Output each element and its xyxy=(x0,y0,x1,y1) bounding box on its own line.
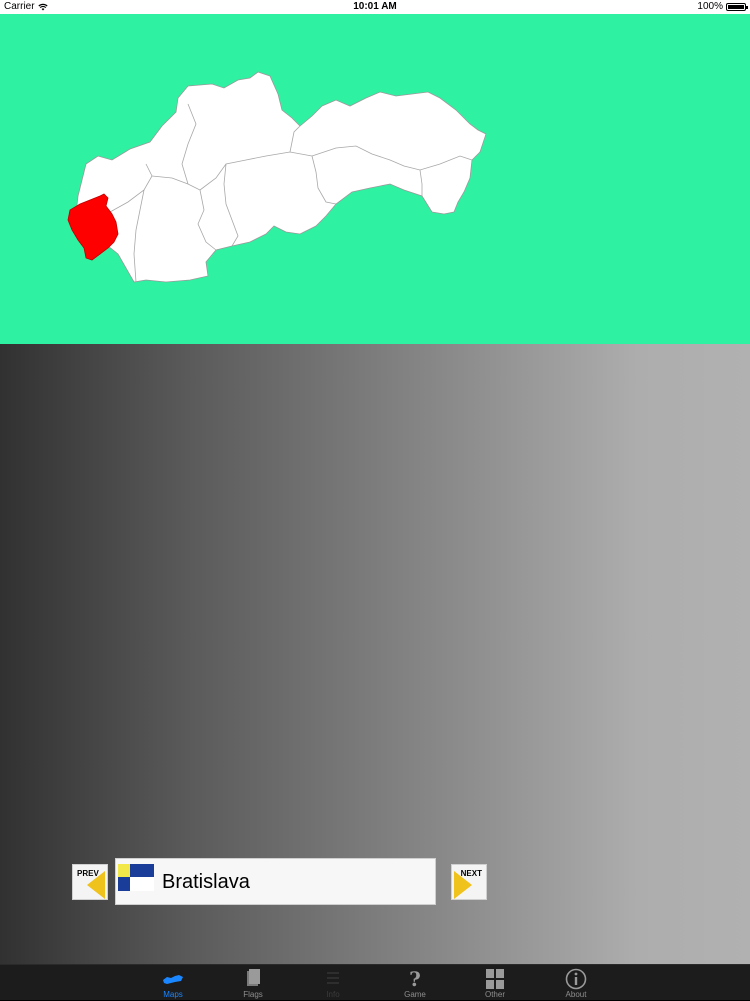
info-circle-icon xyxy=(565,968,587,990)
tab-about-label: About xyxy=(565,990,587,999)
tab-bar: Maps Flags Info ? Game Other About xyxy=(0,964,750,1000)
tab-flags[interactable]: Flags xyxy=(223,965,283,1001)
status-bar: Carrier 10:01 AM 100% xyxy=(0,0,750,14)
bratislava-flag-icon xyxy=(118,864,154,891)
region-name-box: Bratislava xyxy=(115,858,436,905)
flag-book-icon xyxy=(247,969,260,986)
question-mark-icon: ? xyxy=(409,968,421,990)
map-icon xyxy=(163,975,183,984)
grid-icon xyxy=(486,969,504,989)
prev-button[interactable]: PREV xyxy=(72,864,108,900)
tab-other-label: Other xyxy=(484,990,505,999)
region-name: Bratislava xyxy=(162,871,250,893)
arrow-right-icon xyxy=(454,871,472,899)
tab-game-label: Game xyxy=(404,990,426,999)
map-panel xyxy=(0,14,750,344)
status-right: 100% xyxy=(697,1,748,12)
country-outline xyxy=(75,71,487,283)
tab-info-label: Info xyxy=(326,990,340,999)
next-button[interactable]: NEXT xyxy=(451,864,487,900)
tab-maps-label: Maps xyxy=(163,990,183,999)
arrow-left-icon xyxy=(87,871,105,899)
battery-icon xyxy=(726,2,748,11)
tab-game[interactable]: ? Game xyxy=(385,965,445,1001)
status-time: 10:01 AM xyxy=(353,1,397,12)
tab-flags-label: Flags xyxy=(243,990,263,999)
info-list-icon xyxy=(327,972,339,984)
slovakia-map xyxy=(67,71,487,283)
battery-percent: 100% xyxy=(697,1,723,12)
tab-info[interactable]: Info xyxy=(303,965,363,1001)
tab-about[interactable]: About xyxy=(546,965,606,1001)
tab-other[interactable]: Other xyxy=(465,965,525,1001)
tab-maps[interactable]: Maps xyxy=(143,965,203,1001)
svg-text:?: ? xyxy=(409,968,421,990)
